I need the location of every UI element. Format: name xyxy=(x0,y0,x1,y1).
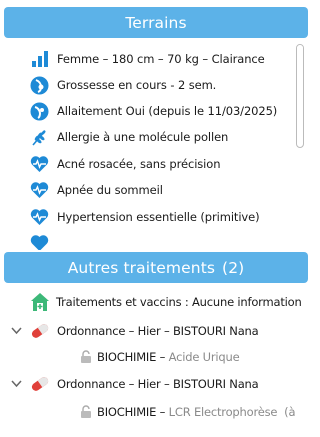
chevron-down-icon[interactable] xyxy=(10,325,22,337)
exam-separator: – xyxy=(156,405,169,419)
terrain-item-label: Allaitement Oui (depuis le 11/03/2025) xyxy=(57,104,278,118)
vaccins-row[interactable]: Traitements et vaccins : Aucune informat… xyxy=(30,292,302,312)
heart-pulse-icon xyxy=(30,181,49,200)
lock-icon xyxy=(80,350,92,364)
bar-chart-icon xyxy=(30,50,49,69)
lock-icon xyxy=(80,405,92,419)
terrains-title: Terrains xyxy=(125,13,187,32)
ordonnance-label: Ordonnance – Hier – BISTOURI Nana xyxy=(57,377,259,391)
heart-pulse-icon xyxy=(30,234,49,250)
pregnancy-icon xyxy=(30,76,49,95)
autres-traitements-header[interactable]: Autres traitements (2) xyxy=(4,252,308,283)
heart-pulse-icon xyxy=(30,155,49,174)
terrain-item-label: Allergie à une molécule pollen xyxy=(57,130,229,144)
exam-separator: – xyxy=(156,350,169,364)
terrains-header[interactable]: Terrains xyxy=(4,7,308,38)
terrains-scrollbar[interactable] xyxy=(296,44,304,148)
pill-icon xyxy=(28,321,52,341)
vaccins-label: Traitements et vaccins : Aucune informat… xyxy=(56,295,302,309)
autres-traitements-title: Autres traitements xyxy=(67,258,216,277)
chevron-down-icon[interactable] xyxy=(10,378,22,390)
pollen-icon xyxy=(30,128,49,147)
terrain-item-allergie[interactable]: Allergie à une molécule pollen xyxy=(30,127,228,147)
terrain-item-apnee[interactable]: Apnée du sommeil xyxy=(30,180,163,200)
terrain-item-grossesse[interactable]: Grossesse en cours - 2 sem. xyxy=(30,75,216,95)
heart-pulse-icon xyxy=(30,208,49,227)
terrain-item-hypertension[interactable]: Hypertension essentielle (primitive) xyxy=(30,207,260,227)
terrains-list: Femme – 180 cm – 70 kg – Clairance Gross… xyxy=(4,38,308,250)
ordonnance-row[interactable]: Ordonnance – Hier – BISTOURI Nana xyxy=(10,321,259,341)
ordonnance-label: Ordonnance – Hier – BISTOURI Nana xyxy=(57,324,259,338)
autres-traitements-panel: Autres traitements (2) xyxy=(4,252,308,283)
exam-category: BIOCHIMIE xyxy=(97,405,157,419)
autres-traitements-count: (2) xyxy=(222,258,245,277)
terrain-item-biometrics[interactable]: Femme – 180 cm – 70 kg – Clairance xyxy=(30,49,265,69)
terrain-item-label: Grossesse en cours - 2 sem. xyxy=(57,78,217,92)
exam-detail: Acide Urique xyxy=(168,350,240,364)
terrains-scrollbar-thumb[interactable] xyxy=(297,45,303,145)
exam-detail: LCR Electrophorèse (à xyxy=(168,405,296,419)
terrain-item-label: Apnée du sommeil xyxy=(57,183,163,197)
terrain-item-label: Hypertension essentielle (primitive) xyxy=(57,210,260,224)
breastfeeding-icon xyxy=(30,102,49,121)
terrains-panel: Terrains Femme – 180 cm – 70 kg – Claira… xyxy=(4,7,308,250)
pill-icon xyxy=(28,374,52,394)
ordonnance-exam-row[interactable]: BIOCHIMIE – Acide Urique xyxy=(80,347,240,367)
terrain-item-allaitement[interactable]: Allaitement Oui (depuis le 11/03/2025) xyxy=(30,101,277,121)
house-icon xyxy=(30,292,50,312)
exam-category: BIOCHIMIE xyxy=(97,350,157,364)
ordonnance-exam-row[interactable]: BIOCHIMIE – LCR Electrophorèse (à xyxy=(80,402,296,422)
terrain-item-acne[interactable]: Acné rosacée, sans précision xyxy=(30,154,221,174)
terrain-item-clipped[interactable] xyxy=(30,233,57,250)
ordonnance-row[interactable]: Ordonnance – Hier – BISTOURI Nana xyxy=(10,374,259,394)
terrain-item-label: Femme – 180 cm – 70 kg – Clairance xyxy=(57,52,265,66)
terrain-item-label: Acné rosacée, sans précision xyxy=(57,157,221,171)
